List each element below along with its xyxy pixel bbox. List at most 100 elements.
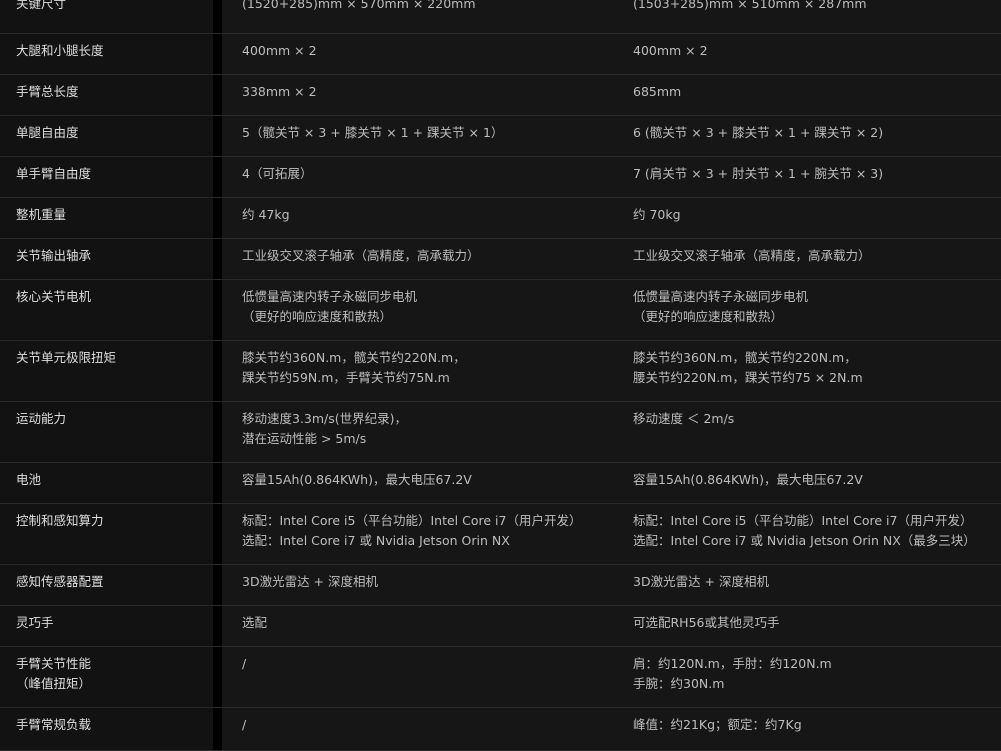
model-b-value-line: 膝关节约360N.m，髋关节约220N.m，	[633, 350, 857, 365]
spec-label-line: 电池	[16, 472, 42, 487]
table-row: 单腿自由度 5（髋关节 × 3 + 膝关节 × 1 + 踝关节 × 1） 6 (髋关…	[0, 116, 1001, 157]
model-a-value: /	[222, 708, 613, 750]
table-row: 手臂总长度 338mm × 2 685mm	[0, 75, 1001, 116]
column-gap	[213, 280, 222, 340]
table-row: 核心关节电机 低惯量高速内转子永磁同步电机 （更好的响应速度和散热） 低惯量高速内转子…	[0, 280, 1001, 341]
model-b-value-line: 移动速度 ＜ 2m/s	[633, 411, 735, 426]
model-a-value-line: 低惯量高速内转子永磁同步电机	[242, 289, 418, 304]
spec-label: 关节输出轴承	[0, 239, 213, 279]
model-b-value: 3D激光雷达 + 深度相机	[613, 565, 1001, 605]
model-b-value: 峰值：约21Kg；额定：约7Kg	[613, 708, 1001, 750]
model-b-value: 6 (髋关节 × 3 + 膝关节 × 1 + 踝关节 × 2)	[613, 116, 1001, 156]
column-gap	[213, 647, 222, 707]
table-row: 手臂常规负载 / 峰值：约21Kg；额定：约7Kg	[0, 708, 1001, 751]
model-b-value-line: （更好的响应速度和散热）	[633, 309, 784, 324]
model-a-value-line: 400mm × 2	[242, 43, 317, 58]
model-a-value: (1520+285)mm × 570mm × 220mm	[222, 0, 613, 33]
model-b-value-line: 3D激光雷达 + 深度相机	[633, 574, 769, 589]
column-gap	[213, 34, 222, 74]
spec-label: 关节单元极限扭矩	[0, 341, 213, 401]
column-gap	[213, 75, 222, 115]
column-gap	[213, 239, 222, 279]
spec-label: 关键尺寸	[0, 0, 213, 33]
model-b-value: (1503+285)mm × 510mm × 287mm	[613, 0, 1001, 33]
model-b-value-line: 峰值：约21Kg；额定：约7Kg	[633, 717, 802, 732]
model-a-value-line: 踝关节约59N.m，手臂关节约75N.m	[242, 370, 450, 385]
spec-label: 手臂总长度	[0, 75, 213, 115]
spec-label: 单手臂自由度	[0, 157, 213, 197]
table-row: 单手臂自由度 4（可拓展） 7 (肩关节 × 3 + 肘关节 × 1 + 腕关节 ×…	[0, 157, 1001, 198]
column-gap	[213, 0, 222, 33]
model-b-value-line: 标配：Intel Core i5（平台功能）Intel Core i7（用户开发…	[633, 513, 973, 528]
column-gap	[213, 708, 222, 750]
model-b-value-line: 6 (髋关节 × 3 + 膝关节 × 1 + 踝关节 × 2)	[633, 125, 884, 140]
model-a-value: 膝关节约360N.m，髋关节约220N.m， 踝关节约59N.m，手臂关节约75N…	[222, 341, 613, 401]
model-a-value-line: /	[242, 717, 247, 732]
model-b-value: 约 70kg	[613, 198, 1001, 238]
spec-label: 运动能力	[0, 402, 213, 462]
table-row: 电池 容量15Ah(0.864KWh)，最大电压67.2V 容量15Ah(0.864…	[0, 463, 1001, 504]
spec-label: 控制和感知算力	[0, 504, 213, 564]
model-a-value: 400mm × 2	[222, 34, 613, 74]
model-a-value-line: 5（髋关节 × 3 + 膝关节 × 1 + 踝关节 × 1）	[242, 125, 504, 140]
model-a-value-line: 约 47kg	[242, 207, 290, 222]
spec-label: 整机重量	[0, 198, 213, 238]
model-a-value-line: 338mm × 2	[242, 84, 317, 99]
model-b-value: 400mm × 2	[613, 34, 1001, 74]
model-b-value: 膝关节约360N.m，髋关节约220N.m， 腰关节约220N.m，踝关节约75 …	[613, 341, 1001, 401]
spec-label-line: 整机重量	[16, 207, 67, 222]
spec-label-line: 关节输出轴承	[16, 248, 92, 263]
model-a-value: 约 47kg	[222, 198, 613, 238]
model-a-value-line: /	[242, 656, 247, 671]
spec-label-line: 核心关节电机	[16, 289, 92, 304]
column-gap	[213, 402, 222, 462]
column-gap	[213, 463, 222, 503]
model-b-value: 工业级交叉滚子轴承（高精度，高承载力）	[613, 239, 1001, 279]
table-row: 关键尺寸 (1520+285)mm × 570mm × 220mm (1503+28…	[0, 0, 1001, 34]
model-a-value-line: （更好的响应速度和散热）	[242, 309, 393, 324]
spec-comparison-table: 关键尺寸 (1520+285)mm × 570mm × 220mm (1503+28…	[0, 0, 1001, 751]
model-b-value-line: (1503+285)mm × 510mm × 287mm	[633, 0, 867, 11]
model-a-value-line: 移动速度3.3m/s(世界纪录)，	[242, 411, 408, 426]
spec-label: 大腿和小腿长度	[0, 34, 213, 74]
table-row: 感知传感器配置 3D激光雷达 + 深度相机 3D激光雷达 + 深度相机	[0, 565, 1001, 606]
spec-label: 感知传感器配置	[0, 565, 213, 605]
model-a-value-line: 选配	[242, 615, 268, 630]
model-b-value-line: 容量15Ah(0.864KWh)，最大电压67.2V	[633, 472, 863, 487]
model-a-value: /	[222, 647, 613, 707]
model-b-value-line: 腰关节约220N.m，踝关节约75 × 2N.m	[633, 370, 863, 385]
model-a-value-line: 膝关节约360N.m，髋关节约220N.m，	[242, 350, 466, 365]
spec-label: 灵巧手	[0, 606, 213, 646]
model-a-value: 3D激光雷达 + 深度相机	[222, 565, 613, 605]
model-b-value-line: 肩：约120N.m，手肘：约120N.m	[633, 656, 832, 671]
spec-label-line: 关节单元极限扭矩	[16, 350, 117, 365]
model-b-value: 移动速度 ＜ 2m/s	[613, 402, 1001, 462]
model-b-value: 肩：约120N.m，手肘：约120N.m 手腕：约30N.m	[613, 647, 1001, 707]
spec-label-line: 手臂总长度	[16, 84, 79, 99]
spec-label: 电池	[0, 463, 213, 503]
table-row: 关节单元极限扭矩 膝关节约360N.m，髋关节约220N.m， 踝关节约59N.m，…	[0, 341, 1001, 402]
model-a-value: 移动速度3.3m/s(世界纪录)， 潜在运动性能 > 5m/s	[222, 402, 613, 462]
model-a-value-line: 4（可拓展）	[242, 166, 313, 181]
model-a-value: 选配	[222, 606, 613, 646]
table-row: 关节输出轴承 工业级交叉滚子轴承（高精度，高承载力） 工业级交叉滚子轴承（高精度，高…	[0, 239, 1001, 280]
table-row: 灵巧手 选配 可选配RH56或其他灵巧手	[0, 606, 1001, 647]
model-a-value: 标配：Intel Core i5（平台功能）Intel Core i7（用户开发…	[222, 504, 613, 564]
model-a-value: 338mm × 2	[222, 75, 613, 115]
spec-label: 单腿自由度	[0, 116, 213, 156]
spec-label: 手臂关节性能 （峰值扭矩）	[0, 647, 213, 707]
model-b-value-line: 400mm × 2	[633, 43, 708, 58]
spec-label: 手臂常规负载	[0, 708, 213, 750]
spec-label: 核心关节电机	[0, 280, 213, 340]
model-b-value-line: 工业级交叉滚子轴承（高精度，高承载力）	[633, 248, 871, 263]
model-a-value: 5（髋关节 × 3 + 膝关节 × 1 + 踝关节 × 1）	[222, 116, 613, 156]
column-gap	[213, 565, 222, 605]
model-a-value-line: 工业级交叉滚子轴承（高精度，高承载力）	[242, 248, 480, 263]
spec-label-line: 手臂关节性能	[16, 656, 92, 671]
table-row: 整机重量 约 47kg 约 70kg	[0, 198, 1001, 239]
model-b-value-line: 7 (肩关节 × 3 + 肘关节 × 1 + 腕关节 × 3)	[633, 166, 884, 181]
model-b-value: 685mm	[613, 75, 1001, 115]
model-b-value: 可选配RH56或其他灵巧手	[613, 606, 1001, 646]
spec-label-line: 单手臂自由度	[16, 166, 92, 181]
model-b-value-line: 685mm	[633, 84, 682, 99]
